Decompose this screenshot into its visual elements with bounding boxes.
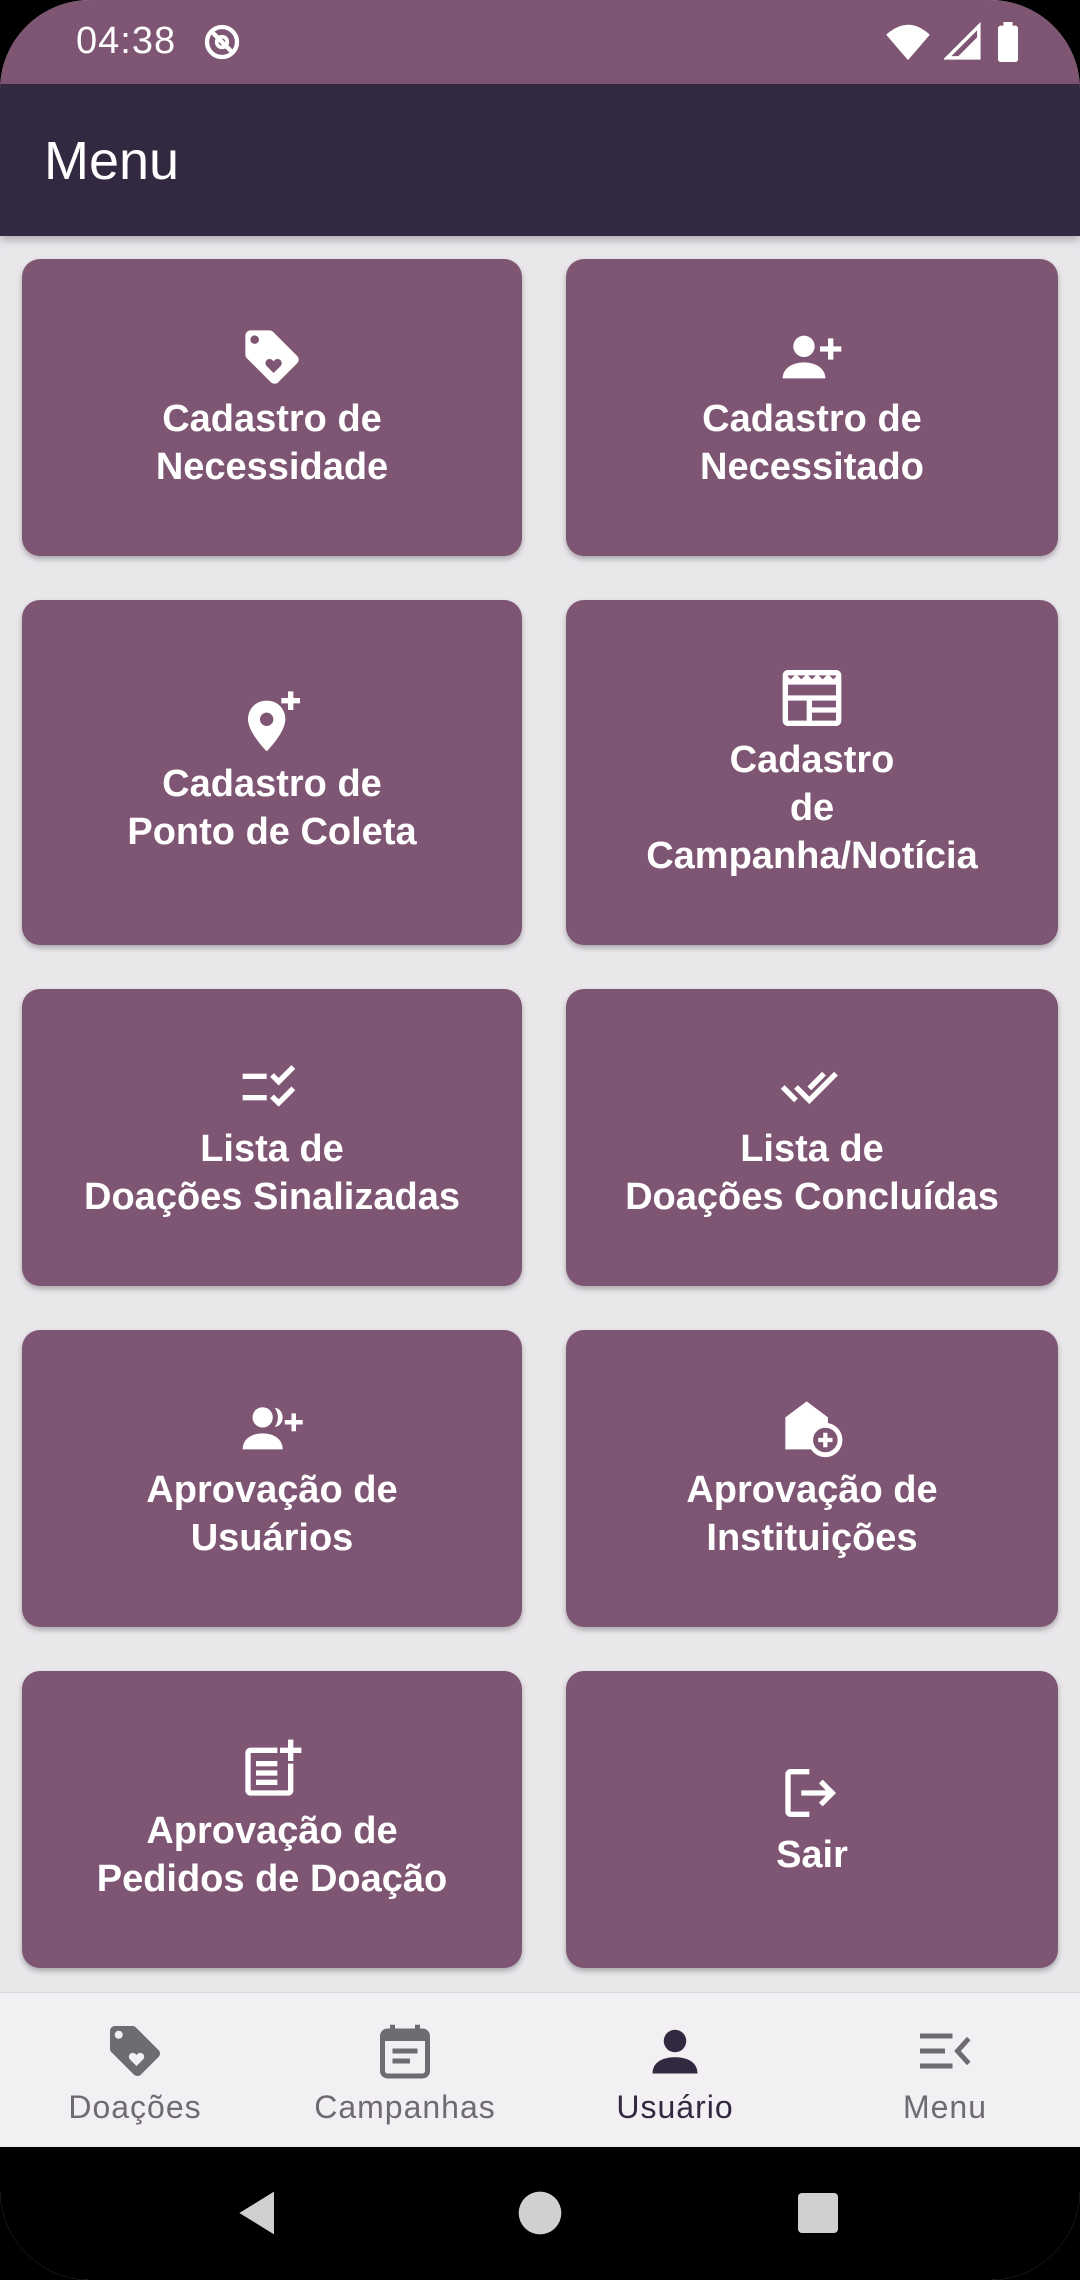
card-label: Aprovação de Pedidos de Doação bbox=[96, 1809, 448, 1900]
status-time: 04:38 bbox=[76, 20, 177, 62]
card-aprovacao-instituicoes[interactable]: Aprovação de Instituições bbox=[566, 1330, 1058, 1627]
wifi-icon bbox=[886, 24, 930, 61]
location-add-icon bbox=[248, 690, 300, 751]
nav-label: Doações bbox=[68, 2089, 202, 2125]
status-icons bbox=[886, 22, 1020, 62]
bottom-navigation: Doações Campanhas Usuário Menu bbox=[0, 1992, 1080, 2147]
card-label: Cadastro de Necessidade bbox=[155, 397, 389, 488]
card-cadastro-necessitado[interactable]: Cadastro de Necessitado bbox=[566, 259, 1058, 556]
back-icon[interactable] bbox=[226, 2181, 290, 2245]
card-label: Cadastro de Campanha/Notícia bbox=[646, 738, 978, 877]
logout-icon bbox=[785, 1768, 836, 1817]
menu-open-icon bbox=[920, 2033, 971, 2069]
card-sair[interactable]: Sair bbox=[566, 1671, 1058, 1968]
recents-icon[interactable] bbox=[786, 2181, 850, 2245]
card-cadastro-campanha-noticia[interactable]: Cadastro de Campanha/Notícia bbox=[566, 600, 1058, 945]
system-navigation-bar bbox=[0, 2147, 1080, 2280]
nav-item-campanhas[interactable]: Campanhas bbox=[270, 1993, 540, 2148]
post-add-icon bbox=[245, 1739, 302, 1796]
nav-item-usuario[interactable]: Usuário bbox=[540, 1993, 810, 2148]
card-label: Lista de Doações Sinalizadas bbox=[84, 1127, 460, 1218]
card-label: Cadastro de Necessitado bbox=[700, 397, 924, 488]
card-aprovacao-pedidos-doacao[interactable]: Aprovação de Pedidos de Doação bbox=[22, 1671, 522, 1968]
double-check-icon bbox=[780, 1071, 838, 1104]
tag-heart-icon bbox=[110, 2026, 160, 2076]
tag-heart-icon bbox=[245, 329, 299, 384]
card-label: Aprovação de Instituições bbox=[686, 1468, 938, 1559]
app-bar: Menu bbox=[0, 84, 1080, 236]
card-label: Cadastro de Ponto de Coleta bbox=[127, 762, 417, 853]
person-add-icon bbox=[782, 335, 842, 378]
home-icon[interactable] bbox=[508, 2181, 572, 2245]
newspaper-icon bbox=[782, 669, 842, 726]
page-title: Menu bbox=[44, 131, 180, 191]
group-add-icon bbox=[242, 1406, 303, 1449]
nav-item-doacoes[interactable]: Doações bbox=[0, 1993, 270, 2148]
phone-screen: 04:38 Menu Cadastro de Necessidade Cadas… bbox=[0, 0, 1080, 2280]
checklist-icon bbox=[242, 1064, 296, 1107]
person-icon bbox=[652, 2029, 698, 2074]
card-cadastro-necessidade[interactable]: Cadastro de Necessidade bbox=[22, 259, 522, 556]
event-note-icon bbox=[380, 2024, 430, 2079]
card-cadastro-ponto-coleta[interactable]: Cadastro de Ponto de Coleta bbox=[22, 600, 522, 945]
status-bar: 04:38 bbox=[0, 0, 1080, 84]
card-aprovacao-usuarios[interactable]: Aprovação de Usuários bbox=[22, 1330, 522, 1627]
nav-label: Usuário bbox=[616, 2089, 734, 2125]
nav-label: Menu bbox=[902, 2089, 988, 2125]
card-label: Sair bbox=[776, 1833, 848, 1876]
card-label: Lista de Doações Concluídas bbox=[625, 1127, 999, 1218]
card-label: Aprovação de Usuários bbox=[146, 1468, 398, 1559]
menu-grid: Cadastro de Necessidade Cadastro de Nece… bbox=[0, 236, 1080, 1992]
cellular-signal-icon bbox=[944, 22, 981, 60]
battery-icon bbox=[998, 22, 1018, 62]
card-lista-doacoes-sinalizadas[interactable]: Lista de Doações Sinalizadas bbox=[22, 989, 522, 1286]
add-home-icon bbox=[785, 1400, 843, 1457]
nav-label: Campanhas bbox=[314, 2089, 496, 2125]
nav-item-menu[interactable]: Menu bbox=[810, 1993, 1080, 2148]
card-lista-doacoes-concluidas[interactable]: Lista de Doações Concluídas bbox=[566, 989, 1058, 1286]
do-not-disturb-icon bbox=[204, 24, 240, 60]
